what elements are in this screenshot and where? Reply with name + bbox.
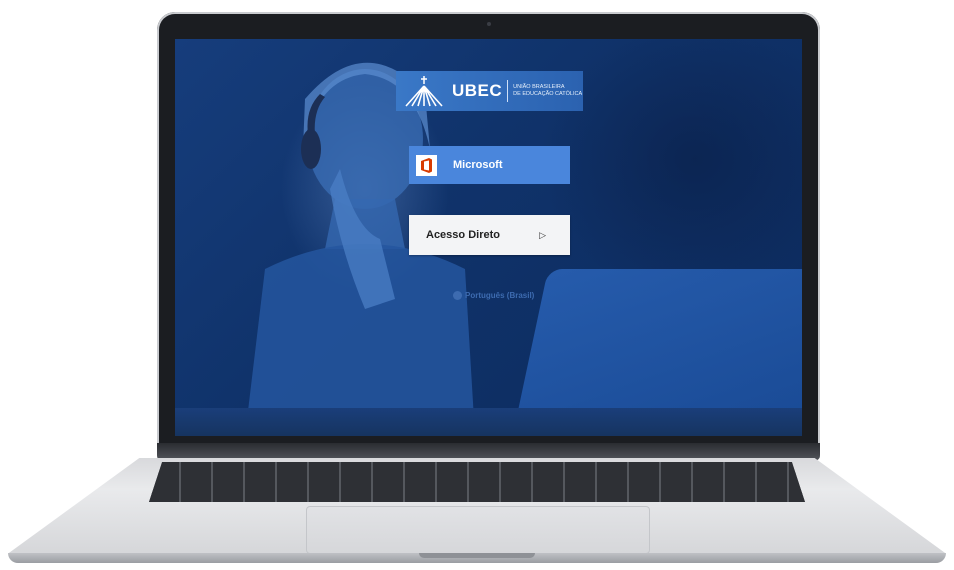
- microsoft-button-label: Microsoft: [453, 159, 503, 171]
- language-label: Português (Brasil): [465, 291, 535, 300]
- logo-subtitle-line-1: UNIÃO BRASILEIRA: [513, 84, 565, 90]
- webcam: [487, 22, 491, 26]
- ubec-logo: UBEC UNIÃO BRASILEIRA DE EDUCAÇÃO CATÓLI…: [396, 71, 583, 111]
- logo-divider: [507, 80, 509, 102]
- logo-name: UBEC: [452, 81, 503, 100]
- office-icon: [416, 154, 437, 176]
- logo-subtitle: UNIÃO BRASILEIRA DE EDUCAÇÃO CATÓLICA: [513, 84, 582, 98]
- lid-notch: [419, 553, 535, 558]
- play-arrow-icon: ▷: [539, 229, 546, 240]
- cathedral-logo-icon: [396, 71, 452, 111]
- direct-access-button[interactable]: Acesso Direto ▷: [409, 215, 570, 255]
- logo-subtitle-line-2: DE EDUCAÇÃO CATÓLICA: [513, 91, 583, 97]
- login-screen: UBEC UNIÃO BRASILEIRA DE EDUCAÇÃO CATÓLI…: [175, 39, 802, 436]
- globe-icon: [453, 291, 462, 300]
- screen-bottom-shade: [175, 408, 802, 436]
- language-selector[interactable]: Português (Brasil): [453, 291, 534, 300]
- microsoft-login-button[interactable]: Microsoft: [409, 146, 570, 184]
- trackpad: [306, 506, 650, 554]
- keyboard: [149, 462, 805, 502]
- direct-access-label: Acesso Direto: [426, 229, 500, 241]
